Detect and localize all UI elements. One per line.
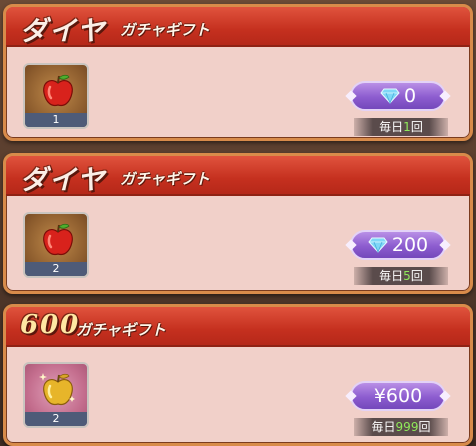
offer-title-sub: ガチャギフト bbox=[76, 321, 166, 339]
offer-title-main: 600 bbox=[20, 310, 81, 340]
diamond-icon bbox=[380, 88, 400, 104]
daily-limit: 毎日5回 bbox=[354, 267, 448, 285]
reward-item-slot[interactable]: 2 bbox=[23, 212, 89, 278]
gift-shop-list: ダイヤ ガチャギフト 1 0 毎日1回 ダイヤ ガチャギフト 2 200 毎日5… bbox=[0, 0, 476, 446]
purchase-button[interactable]: ¥600 bbox=[350, 381, 446, 411]
purchase-button[interactable]: 0 bbox=[350, 81, 446, 111]
offer-title-sub: ガチャギフト bbox=[120, 170, 210, 188]
apple-icon bbox=[43, 223, 73, 256]
offer-card-diamond-1[interactable]: ダイヤ ガチャギフト 1 0 毎日1回 bbox=[3, 4, 473, 141]
purchase-button[interactable]: 200 bbox=[350, 230, 446, 260]
limit-prefix: 毎日 bbox=[379, 269, 404, 283]
limit-prefix: 毎日 bbox=[371, 420, 396, 434]
reward-item-slot[interactable]: 1 bbox=[23, 63, 89, 129]
offer-title-main: ダイヤ bbox=[20, 165, 107, 196]
limit-number: 5 bbox=[403, 269, 411, 283]
limit-suffix: 回 bbox=[418, 420, 431, 434]
reward-item-slot[interactable]: 2 bbox=[23, 362, 89, 428]
item-count: 2 bbox=[25, 412, 87, 426]
price-label: 200 bbox=[391, 234, 429, 256]
offer-title-main: ダイヤ bbox=[20, 16, 107, 47]
daily-limit: 毎日999回 bbox=[354, 418, 448, 436]
golden-apple-icon bbox=[39, 373, 75, 406]
limit-suffix: 回 bbox=[410, 120, 423, 134]
item-count: 2 bbox=[25, 262, 87, 276]
limit-number: 999 bbox=[395, 420, 419, 434]
offer-card-600[interactable]: 600 ガチャギフト 2 ¥600 毎日999回 bbox=[3, 304, 473, 446]
price-label: 0 bbox=[403, 85, 417, 107]
item-count: 1 bbox=[25, 113, 87, 127]
daily-limit: 毎日1回 bbox=[354, 118, 448, 136]
price-label: ¥600 bbox=[373, 385, 423, 407]
offer-card-diamond-2[interactable]: ダイヤ ガチャギフト 2 200 毎日5回 bbox=[3, 153, 473, 294]
diamond-icon bbox=[368, 237, 388, 253]
limit-prefix: 毎日 bbox=[379, 120, 404, 134]
limit-suffix: 回 bbox=[410, 269, 423, 283]
limit-number: 1 bbox=[403, 120, 411, 134]
apple-icon bbox=[43, 74, 73, 107]
offer-title-sub: ガチャギフト bbox=[120, 21, 210, 39]
